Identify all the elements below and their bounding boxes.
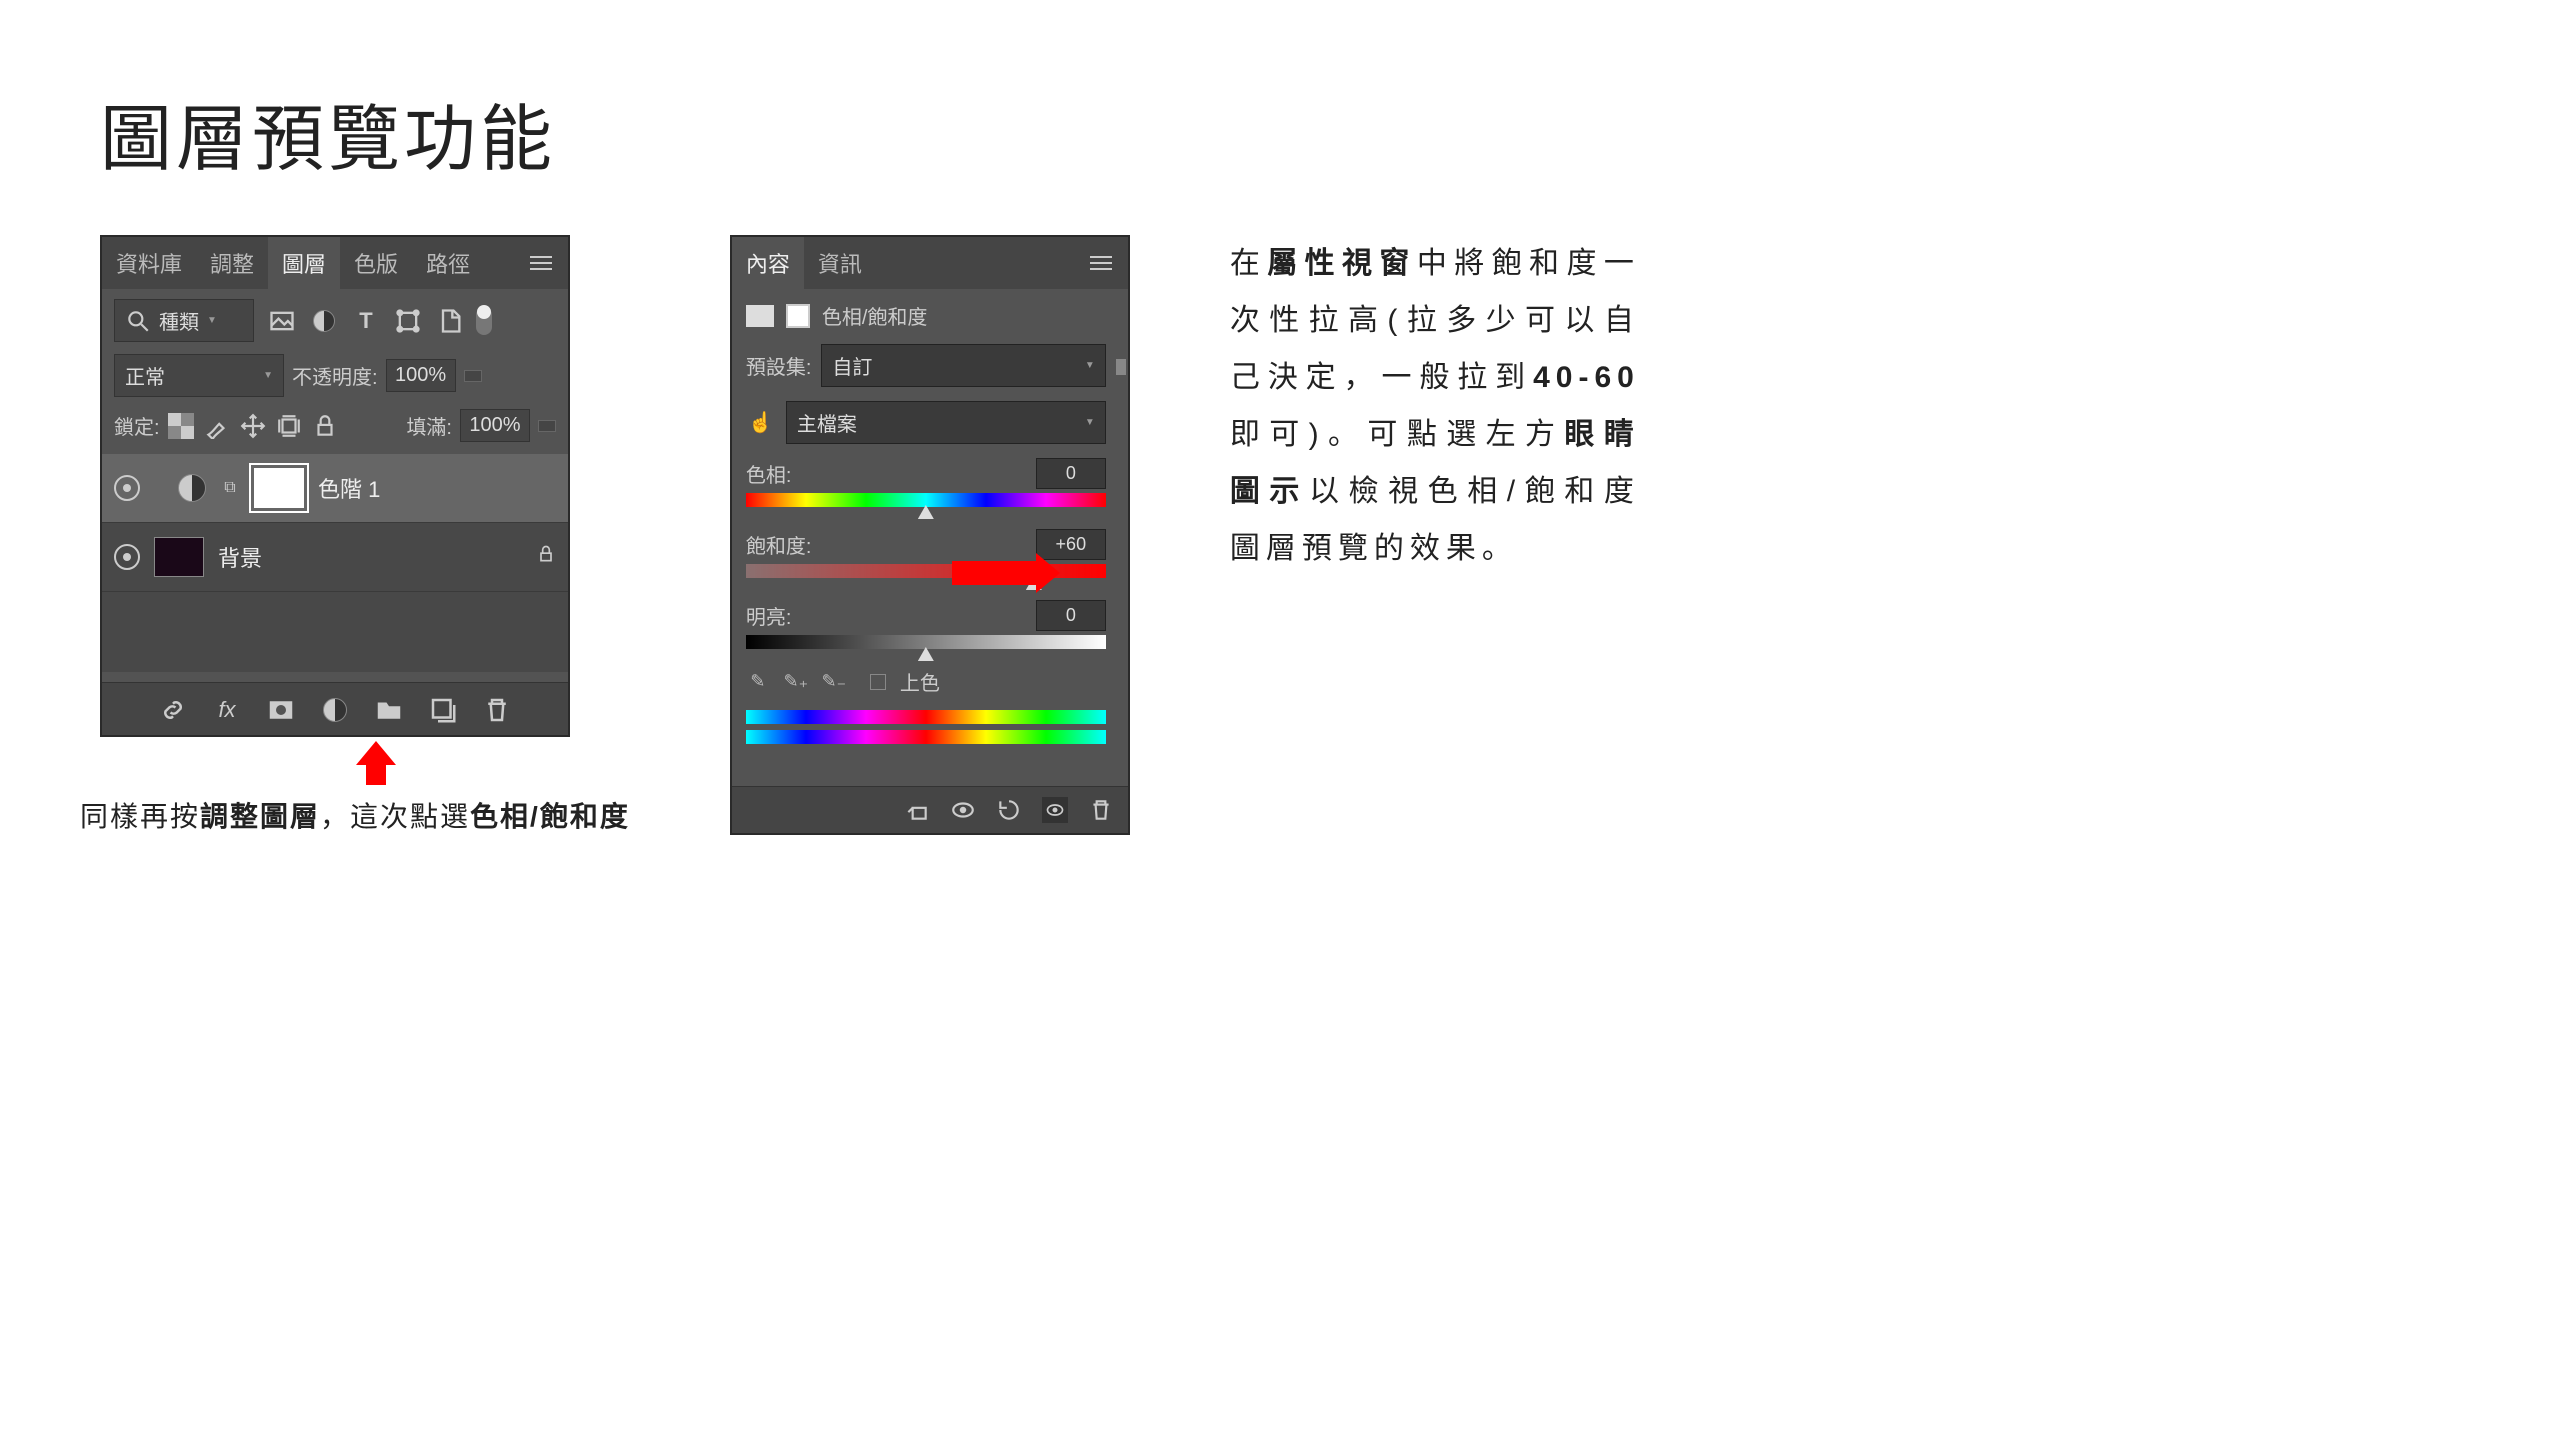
new-layer-icon[interactable] xyxy=(428,695,458,725)
scrollbar[interactable] xyxy=(1116,359,1126,375)
filter-shape-icon[interactable] xyxy=(394,307,422,335)
visibility-eye-icon[interactable] xyxy=(114,475,140,501)
panel-tabs: 資料庫 調整 圖層 色版 路徑 xyxy=(102,237,568,289)
caption-text: 同樣再按調整圖層，這次點選色相/飽和度 xyxy=(80,795,630,835)
layers-panel: 資料庫 調整 圖層 色版 路徑 種類 ▼ xyxy=(100,235,570,737)
tab-adjust[interactable]: 調整 xyxy=(196,237,268,289)
props-tabs: 內容 資訊 xyxy=(732,237,1128,289)
slider-thumb[interactable] xyxy=(918,647,934,661)
blend-mode-dropdown[interactable]: 正常▼ xyxy=(114,354,284,397)
filter-text-icon[interactable]: T xyxy=(352,307,380,335)
properties-panel: 內容 資訊 色相/飽和度 預設集: 自訂▼ xyxy=(730,235,1130,835)
tab-info[interactable]: 資訊 xyxy=(804,237,876,289)
filter-kind-label: 種類 xyxy=(159,306,199,335)
hue-slider[interactable] xyxy=(746,493,1106,507)
opacity-chevron[interactable] xyxy=(464,370,482,382)
adjustment-icon[interactable] xyxy=(320,695,350,725)
lock-icon[interactable] xyxy=(536,544,556,570)
lock-paint-icon[interactable] xyxy=(204,413,230,439)
tab-channels[interactable]: 色版 xyxy=(340,237,412,289)
lightness-value[interactable]: 0 xyxy=(1036,600,1106,631)
eyedropper-sub-icon[interactable]: ✎₋ xyxy=(822,670,846,694)
lock-label: 鎖定: xyxy=(114,411,160,440)
content-row: 資料庫 調整 圖層 色版 路徑 種類 ▼ xyxy=(100,235,2460,835)
panel-menu-icon[interactable] xyxy=(1074,237,1128,289)
master-dropdown[interactable]: 主檔案▼ xyxy=(786,401,1106,444)
spectrum-strip-bottom xyxy=(746,730,1106,744)
lightness-slider[interactable] xyxy=(746,635,1106,649)
clip-to-layer-icon[interactable] xyxy=(904,797,930,823)
filter-image-icon[interactable] xyxy=(268,307,296,335)
reset-icon[interactable] xyxy=(996,797,1022,823)
slider-thumb[interactable] xyxy=(918,505,934,519)
layer-row-levels[interactable]: ⧉ 色階 1 xyxy=(102,454,568,523)
props-bottom-bar xyxy=(732,786,1128,833)
adjustment-type-icon xyxy=(746,305,774,327)
layer-thumb xyxy=(154,537,204,577)
fill-value[interactable]: 100% xyxy=(460,409,530,442)
up-arrow-annotation xyxy=(356,745,396,785)
lock-all-icon[interactable] xyxy=(312,413,338,439)
search-icon xyxy=(125,308,151,334)
group-icon[interactable] xyxy=(374,695,404,725)
layer-row-background[interactable]: 背景 xyxy=(102,523,568,592)
eyedropper-icon[interactable]: ✎ xyxy=(746,670,770,694)
tab-paths[interactable]: 路徑 xyxy=(412,237,484,289)
tab-library[interactable]: 資料庫 xyxy=(102,237,196,289)
fill-label: 填滿: xyxy=(406,411,452,440)
opacity-value[interactable]: 100% xyxy=(386,359,456,392)
trash-icon[interactable] xyxy=(1088,797,1114,823)
link-layers-icon[interactable] xyxy=(158,695,188,725)
preset-dropdown[interactable]: 自訂▼ xyxy=(821,344,1105,387)
lock-move-icon[interactable] xyxy=(240,413,266,439)
colorize-checkbox[interactable] xyxy=(870,674,886,690)
lock-artboard-icon[interactable] xyxy=(276,413,302,439)
layer-name: 色階 1 xyxy=(318,472,380,504)
tab-content[interactable]: 內容 xyxy=(732,237,804,289)
panel-menu-icon[interactable] xyxy=(514,237,568,289)
view-previous-icon[interactable] xyxy=(950,797,976,823)
layers-bottom-bar: fx xyxy=(102,682,568,735)
filter-toggle[interactable] xyxy=(476,307,492,335)
hue-label: 色相: xyxy=(746,459,792,488)
visibility-eye-icon[interactable] xyxy=(114,544,140,570)
fill-chevron[interactable] xyxy=(538,420,556,432)
hue-value[interactable]: 0 xyxy=(1036,458,1106,489)
eyedropper-add-icon[interactable]: ✎₊ xyxy=(784,670,808,694)
mask-link-icon[interactable]: ⧉ xyxy=(220,474,240,502)
layer-mask-thumb[interactable] xyxy=(254,468,304,508)
targeted-adjust-icon[interactable]: ☝ xyxy=(746,408,776,438)
description-text: 在屬性視窗中將飽和度一次性拉高(拉多少可以自己決定，一般拉到40-60即可)。可… xyxy=(1230,235,1640,577)
filter-smart-icon[interactable] xyxy=(436,307,464,335)
filter-kind-dropdown[interactable]: 種類 ▼ xyxy=(114,299,254,342)
adjustment-layer-icon xyxy=(178,474,206,502)
mask-type-icon xyxy=(786,304,810,328)
lightness-label: 明亮: xyxy=(746,601,792,630)
layer-list: ⧉ 色階 1 背景 xyxy=(102,454,568,672)
preset-label: 預設集: xyxy=(746,351,812,380)
colorize-label: 上色 xyxy=(900,667,940,696)
page-title: 圖層預覽功能 xyxy=(100,80,2460,185)
mask-icon[interactable] xyxy=(266,695,296,725)
spectrum-strip-top xyxy=(746,710,1106,724)
fx-icon[interactable]: fx xyxy=(212,695,242,725)
trash-icon[interactable] xyxy=(482,695,512,725)
tab-layers[interactable]: 圖層 xyxy=(268,237,340,289)
filter-adjust-icon[interactable] xyxy=(310,307,338,335)
props-header: 色相/飽和度 xyxy=(822,301,928,330)
saturation-label: 飽和度: xyxy=(746,530,812,559)
layer-name: 背景 xyxy=(218,541,262,573)
toggle-visibility-icon[interactable] xyxy=(1042,797,1068,823)
right-arrow-annotation xyxy=(952,561,1042,585)
opacity-label: 不透明度: xyxy=(292,361,378,390)
lock-transparent-icon[interactable] xyxy=(168,413,194,439)
